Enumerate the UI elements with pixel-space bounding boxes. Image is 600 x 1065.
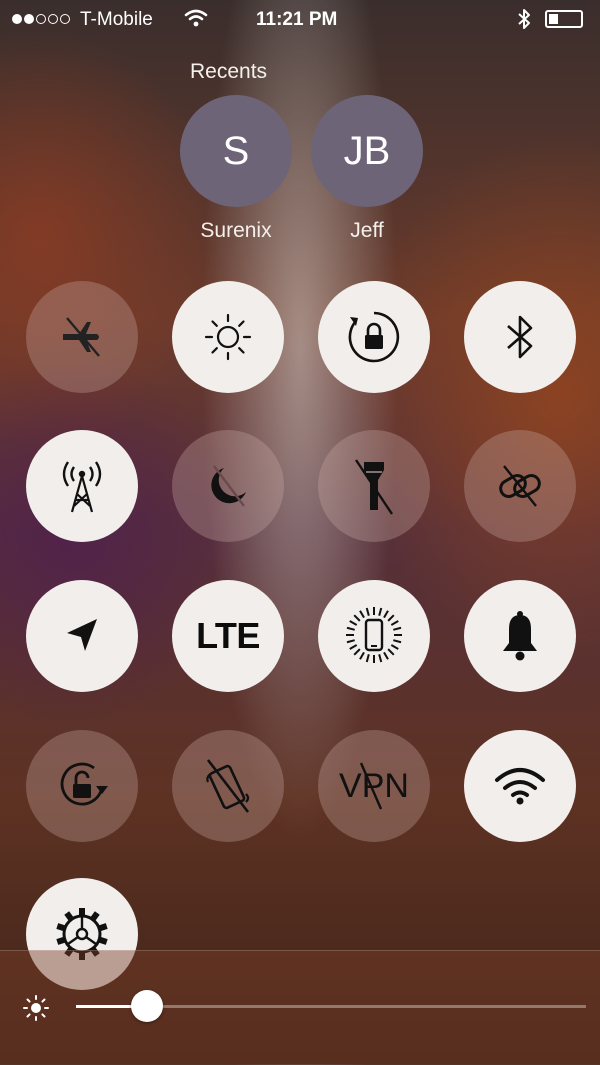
location-toggle[interactable]	[26, 580, 138, 692]
orientation-lock-toggle[interactable]	[318, 281, 430, 393]
contact-name-jeff: Jeff	[350, 219, 384, 242]
lte-toggle[interactable]: LTE	[172, 580, 284, 692]
flashlight-crossed-icon	[355, 459, 393, 515]
contact-avatar-surenix[interactable]: S	[180, 95, 292, 207]
sync-tick	[387, 614, 395, 622]
moon-crossed-icon	[211, 465, 246, 507]
ringer-toggle[interactable]	[464, 580, 576, 692]
sync-tick	[359, 651, 365, 660]
sync-tick	[346, 639, 355, 644]
link-toggle[interactable]	[464, 430, 576, 542]
contact-initials: JB	[343, 128, 391, 173]
sync-tick	[383, 610, 389, 619]
sync-tick	[383, 651, 389, 660]
rotation-lock-icon	[348, 311, 400, 363]
vibrate-crossed-icon	[206, 759, 250, 813]
recents-title: Recents	[190, 60, 268, 83]
sun-icon	[204, 313, 252, 361]
carrier-name: T-Mobile	[80, 9, 153, 30]
phone-sync-toggle[interactable]	[318, 580, 430, 692]
signal-dot-5	[60, 14, 70, 24]
signal-dot-2	[24, 14, 34, 24]
signal-dot-1	[12, 14, 22, 24]
do-not-disturb-toggle[interactable]	[172, 430, 284, 542]
wifi-status-icon	[184, 9, 208, 32]
bluetooth-icon	[507, 315, 533, 359]
cell-tower-icon	[62, 461, 102, 513]
sync-tick	[390, 620, 399, 626]
lte-icon: LTE	[196, 615, 260, 656]
wifi-toggle[interactable]	[464, 730, 576, 842]
contact-initials: S	[222, 128, 250, 173]
flashlight-toggle[interactable]	[318, 430, 430, 542]
battery-nub	[545, 10, 583, 28]
clock: 11:21 PM	[256, 9, 338, 30]
contact-name-surenix: Surenix	[200, 219, 272, 242]
sync-tick	[393, 626, 402, 631]
contact-avatar-jeff[interactable]: JB	[311, 95, 423, 207]
sync-tick	[365, 654, 370, 663]
sync-tick	[353, 648, 361, 656]
airplane-mode-toggle[interactable]	[26, 281, 138, 393]
link-crossed-icon	[499, 465, 541, 507]
sync-tick	[387, 648, 395, 656]
vpn-toggle[interactable]: VPN	[318, 730, 430, 842]
sync-tick	[349, 620, 358, 626]
vpn-crossed-icon: VPN	[339, 762, 409, 809]
bluetooth-toggle[interactable]	[464, 281, 576, 393]
sync-tick	[390, 644, 399, 650]
signal-dot-3	[36, 14, 46, 24]
personal-hotspot-toggle[interactable]	[26, 430, 138, 542]
phone-sync-icon	[346, 607, 402, 663]
gear-tooth	[64, 911, 75, 923]
sync-tick	[365, 607, 370, 616]
status-bar: T-Mobile 11:21 PM	[0, 0, 600, 38]
sync-tick	[353, 614, 361, 622]
location-arrow-icon	[67, 619, 97, 651]
wifi-icon	[495, 768, 545, 805]
signal-dot-4	[48, 14, 58, 24]
sync-tick	[346, 626, 355, 631]
airplane-crossed-icon	[63, 317, 100, 357]
sync-tick	[378, 607, 383, 616]
gear-tooth	[79, 908, 85, 917]
sun-small-icon	[23, 995, 49, 1021]
rotation-toggle[interactable]	[26, 730, 138, 842]
rotation-unlock-icon	[60, 762, 108, 806]
sync-tick	[349, 644, 358, 650]
gear-tooth	[89, 911, 100, 923]
sync-tick	[359, 610, 365, 619]
sync-tick	[378, 654, 383, 663]
auto-brightness-toggle[interactable]	[172, 281, 284, 393]
bluetooth-status-icon	[516, 7, 532, 36]
sync-tick	[393, 639, 402, 644]
vibrate-toggle[interactable]	[172, 730, 284, 842]
bell-icon	[503, 611, 537, 661]
